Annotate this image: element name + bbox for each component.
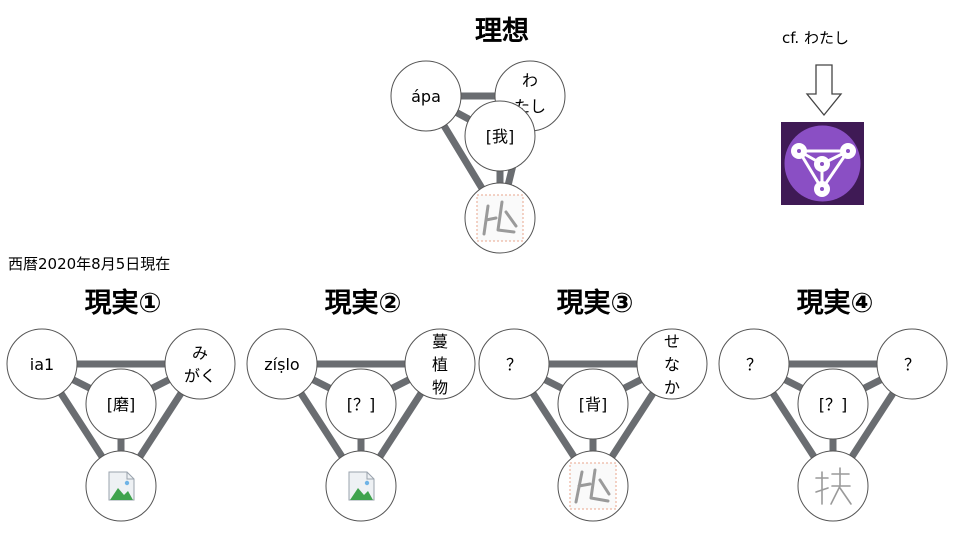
slide-canvas: 理想 ápa わ たし [我] cf. わたし 西暦2020年8月5日現在 現実… xyxy=(0,0,960,540)
reality-node-center: [磨] xyxy=(85,368,157,440)
ideal-title: 理想 xyxy=(475,16,529,47)
svg-text:ia1: ia1 xyxy=(30,355,54,374)
svg-text:な: な xyxy=(664,355,680,374)
svg-text:物: 物 xyxy=(432,378,448,397)
reality-node-bottom xyxy=(325,450,397,522)
svg-text:[？]: [？] xyxy=(347,395,376,414)
svg-text:[背]: [背] xyxy=(579,395,608,414)
app-logo-icon xyxy=(781,122,864,205)
reality-title-4: 現実④ xyxy=(796,288,874,319)
reality-node-left: ？ xyxy=(718,328,790,400)
ideal-diagram: ápa わ たし [我] xyxy=(380,50,566,260)
reference-label: cf. わたし xyxy=(782,29,849,47)
broken-image-icon xyxy=(348,471,375,501)
reality-node-right: ？ xyxy=(876,328,948,400)
reality-node-center: [背] xyxy=(557,368,629,440)
svg-text:蔓: 蔓 xyxy=(432,332,448,351)
ideal-node-center: [我] xyxy=(464,100,536,172)
reality-node-bottom xyxy=(797,450,869,522)
svg-text:がく: がく xyxy=(184,367,216,386)
svg-text:[我]: [我] xyxy=(486,127,515,146)
svg-text:？: ？ xyxy=(904,355,920,374)
reality-node-right: みがく xyxy=(164,328,236,400)
svg-text:植: 植 xyxy=(432,355,448,374)
reality-node-left: ？ xyxy=(478,328,550,400)
date-note: 西暦2020年8月5日現在 xyxy=(8,255,171,273)
svg-text:[？]: [？] xyxy=(819,395,848,414)
reality-title-3: 現実③ xyxy=(556,288,634,319)
reality-node-bottom xyxy=(557,450,629,522)
reality-title-2: 現実② xyxy=(324,288,402,319)
ideal-node-left: ápa xyxy=(390,60,462,132)
reality-node-center: [？] xyxy=(797,368,869,440)
svg-text:わ: わ xyxy=(522,71,538,90)
svg-text:[磨]: [磨] xyxy=(107,395,136,414)
reality-node-bottom xyxy=(85,450,157,522)
svg-text:せ: せ xyxy=(664,332,680,351)
down-arrow-icon xyxy=(805,64,843,117)
ideal-node-bottom xyxy=(464,182,536,254)
svg-text:か: か xyxy=(664,378,680,397)
reality-diagram-1: ia1 みがく [磨] xyxy=(0,320,240,535)
reality-node-left: zíṣlo xyxy=(246,328,318,400)
reality-diagram-2: zíṣlo 蔓植物 [？] xyxy=(240,320,480,535)
broken-image-icon xyxy=(108,471,135,501)
svg-text:？: ？ xyxy=(746,355,762,374)
reality-node-center: [？] xyxy=(325,368,397,440)
reality-node-left: ia1 xyxy=(6,328,78,400)
svg-text:ápa: ápa xyxy=(411,87,441,106)
glyph-image xyxy=(476,194,524,242)
reality-diagram-3: ？ せなか [背] xyxy=(472,320,712,535)
glyph-image xyxy=(569,462,617,510)
reality-title-1: 現実① xyxy=(84,288,162,319)
reality-diagram-4: ？ ？ [？] xyxy=(712,320,952,535)
svg-text:み: み xyxy=(192,344,208,363)
svg-text:zíṣlo: zíṣlo xyxy=(264,355,299,374)
reality-node-right: 蔓植物 xyxy=(404,328,476,400)
svg-text:？: ？ xyxy=(506,355,522,374)
reality-node-right: せなか xyxy=(636,328,708,400)
